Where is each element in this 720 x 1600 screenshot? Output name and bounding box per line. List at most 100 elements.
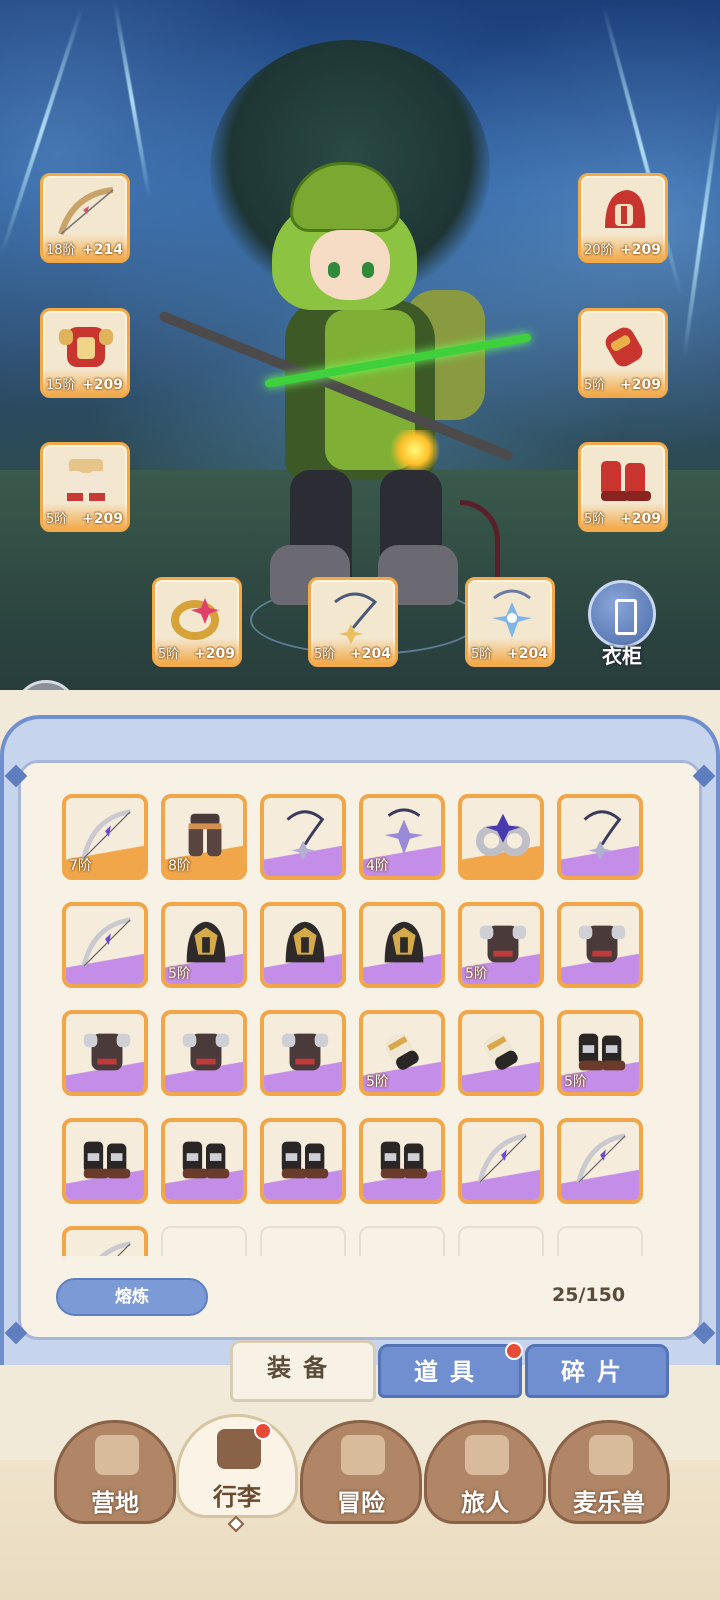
inventory-item[interactable]: 5阶 xyxy=(161,902,247,988)
necklace-icon xyxy=(286,810,325,861)
item-bonus: +209 xyxy=(620,511,661,527)
armor-icon xyxy=(281,1033,329,1071)
equip-slot-amulet[interactable]: 5阶 +204 xyxy=(465,577,555,667)
character-eye xyxy=(362,262,374,278)
inventory-item[interactable] xyxy=(359,1118,445,1204)
character-face xyxy=(310,230,390,300)
inventory-item[interactable] xyxy=(557,902,643,988)
inventory-item[interactable] xyxy=(260,902,346,988)
inventory-item[interactable] xyxy=(161,1118,247,1204)
inventory-item[interactable] xyxy=(458,794,544,880)
item-tier: 5阶 xyxy=(158,647,180,662)
tab-fragments[interactable]: 碎片 xyxy=(525,1344,669,1398)
inventory-item[interactable] xyxy=(359,902,445,988)
equip-slot-helmet[interactable]: 20阶 +209 xyxy=(578,173,668,263)
glove-icon xyxy=(484,1033,518,1070)
empty-inventory-slot[interactable] xyxy=(260,1226,346,1256)
empty-inventory-slot[interactable] xyxy=(161,1226,247,1256)
castle-icon xyxy=(95,1435,139,1475)
item-tier: 5阶 xyxy=(314,647,336,662)
smelt-button[interactable]: 熔炼 xyxy=(56,1278,208,1316)
inventory-item[interactable] xyxy=(62,902,148,988)
empty-inventory-slot[interactable] xyxy=(458,1226,544,1256)
player-character[interactable] xyxy=(230,150,530,630)
item-tier: 20阶 xyxy=(584,243,614,258)
ring-icon xyxy=(171,598,219,640)
empty-inventory-slot[interactable] xyxy=(557,1226,643,1256)
item-bonus: +209 xyxy=(620,242,661,258)
bow-icon xyxy=(99,1241,131,1256)
item-bonus: +204 xyxy=(507,646,548,662)
inventory-item[interactable]: 5阶 xyxy=(359,1010,445,1096)
armor-icon xyxy=(83,1033,131,1071)
inventory-item[interactable]: 8阶 xyxy=(161,794,247,880)
character-cap xyxy=(290,162,400,232)
item-tier: 8阶 xyxy=(168,858,191,874)
inventory-item[interactable] xyxy=(62,1010,148,1096)
beast-icon xyxy=(589,1435,633,1475)
armor-icon xyxy=(182,1033,230,1071)
inventory-item[interactable]: 7阶 xyxy=(62,794,148,880)
equip-slot-ring[interactable]: 5阶 +209 xyxy=(152,577,242,667)
inventory-item[interactable] xyxy=(260,1010,346,1096)
item-bonus: +214 xyxy=(82,242,123,258)
inventory-item[interactable] xyxy=(62,1226,148,1256)
inventory-item[interactable]: 5阶 xyxy=(557,1010,643,1096)
necklace-icon xyxy=(583,810,622,861)
inventory-item[interactable] xyxy=(557,1118,643,1204)
item-bonus: +209 xyxy=(82,511,123,527)
item-tier: 5阶 xyxy=(366,1074,389,1090)
character-eye xyxy=(328,262,340,278)
item-tier: 5阶 xyxy=(564,1074,587,1090)
item-tier: 5阶 xyxy=(471,647,493,662)
inventory-item[interactable] xyxy=(161,1010,247,1096)
tab-items[interactable]: 道具 xyxy=(378,1344,522,1398)
item-bonus: +209 xyxy=(194,646,235,662)
amulet-icon xyxy=(492,589,532,638)
inventory-item[interactable] xyxy=(458,1010,544,1096)
item-tier: 15阶 xyxy=(46,378,76,393)
boots-icon xyxy=(182,1141,230,1179)
item-tier: 4阶 xyxy=(366,858,389,874)
inventory-item[interactable] xyxy=(260,1118,346,1204)
item-bonus: +209 xyxy=(82,377,123,393)
helmet-icon xyxy=(605,190,646,228)
bow-icon xyxy=(477,1133,527,1183)
equip-slot-pants[interactable]: 5阶 +209 xyxy=(40,442,130,532)
item-tier: 18阶 xyxy=(46,243,76,258)
inventory-item[interactable] xyxy=(62,1118,148,1204)
wardrobe-icon xyxy=(588,580,656,648)
traveler-icon xyxy=(465,1435,509,1475)
boots-icon xyxy=(281,1141,329,1179)
inventory-item[interactable] xyxy=(458,1118,544,1204)
wardrobe-button[interactable]: 衣柜 xyxy=(584,580,660,672)
item-bonus: +204 xyxy=(350,646,391,662)
necklace-icon xyxy=(334,592,378,644)
nav-traveler-label: 旅人 xyxy=(461,1489,509,1517)
inventory-capacity: 25/150 xyxy=(552,1284,626,1306)
nav-adventure-label: 冒险 xyxy=(337,1489,385,1517)
tab-equipment[interactable]: 装备 xyxy=(230,1340,376,1402)
equip-slot-armor[interactable]: 15阶 +209 xyxy=(40,308,130,398)
item-tier: 7阶 xyxy=(69,858,92,874)
item-tier: 5阶 xyxy=(168,966,191,982)
lightning-streak xyxy=(112,1,152,199)
inventory-item[interactable] xyxy=(260,794,346,880)
notification-dot xyxy=(254,1422,272,1440)
ring-icon xyxy=(475,813,531,857)
equip-slot-gloves[interactable]: 5阶 +209 xyxy=(578,308,668,398)
equip-slot-necklace[interactable]: 5阶 +204 xyxy=(308,577,398,667)
equip-slot-bow[interactable]: 18阶 +214 xyxy=(40,173,130,263)
equip-slot-boots[interactable]: 5阶 +209 xyxy=(578,442,668,532)
inventory-item[interactable]: 4阶 xyxy=(359,794,445,880)
boots-icon xyxy=(380,1141,428,1179)
wardrobe-label: 衣柜 xyxy=(602,644,642,668)
helmet-icon xyxy=(285,921,325,963)
inventory-item[interactable]: 5阶 xyxy=(458,902,544,988)
item-tier: 5阶 xyxy=(46,512,68,527)
inventory-item[interactable] xyxy=(557,794,643,880)
bow-icon xyxy=(58,187,114,235)
bow-icon xyxy=(81,917,131,967)
item-tier: 5阶 xyxy=(584,378,606,393)
empty-inventory-slot[interactable] xyxy=(359,1226,445,1256)
